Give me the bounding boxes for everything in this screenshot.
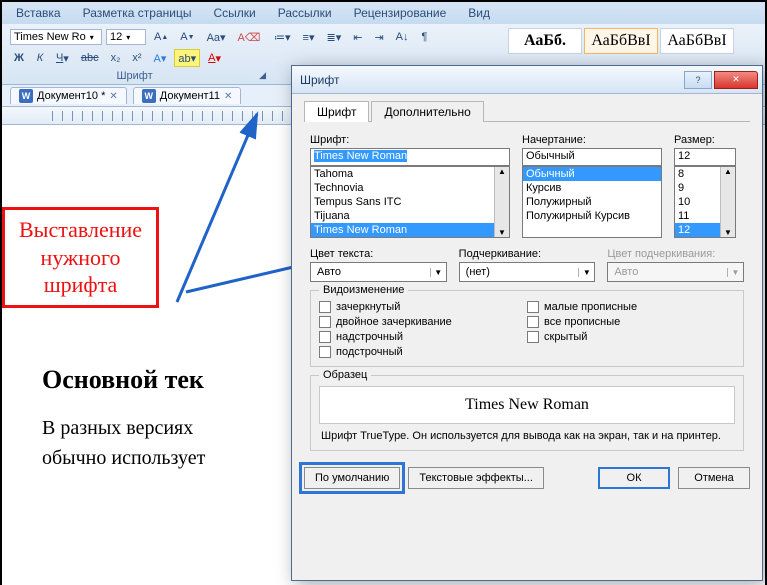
effects-group: Видоизменение зачеркнутый двойное зачерк… (310, 290, 744, 367)
close-tab-icon[interactable]: ✕ (224, 91, 232, 102)
ribbon-tab[interactable]: Ссылки (209, 4, 259, 22)
bullets-icon[interactable]: ≔▾ (270, 28, 295, 46)
font-name-input[interactable]: Times New Roman (310, 148, 510, 166)
cancel-button[interactable]: Отмена (678, 467, 750, 489)
text-effects-icon[interactable]: A▾ (150, 49, 171, 67)
font-style-input[interactable]: Обычный (522, 148, 662, 166)
subscript-checkbox[interactable]: подстрочный (319, 346, 527, 358)
underline-combo[interactable]: (нет)▼ (459, 262, 596, 282)
font-name-combo[interactable]: Times New Ro▾ (10, 29, 102, 45)
help-button-icon[interactable]: ? (684, 71, 712, 89)
underline-color-label: Цвет подчеркивания: (607, 248, 744, 260)
tab-font[interactable]: Шрифт (304, 101, 369, 122)
font-size-combo[interactable]: 12▾ (106, 29, 146, 45)
superscript-icon[interactable]: x² (128, 49, 145, 67)
dialog-launcher-icon[interactable]: ◢ (259, 70, 266, 81)
outdent-icon[interactable]: ⇤ (349, 28, 366, 46)
strike-icon[interactable]: abc (77, 49, 103, 67)
ribbon-tab[interactable]: Разметка страницы (79, 4, 196, 22)
font-label: Шрифт: (310, 134, 510, 146)
style-item[interactable]: АаБбВвІ (660, 28, 734, 54)
annotation-callout: Выставление нужного шрифта (2, 207, 159, 308)
ribbon-tabs: Вставка Разметка страницы Ссылки Рассылк… (2, 2, 765, 24)
close-tab-icon[interactable]: ✕ (109, 91, 117, 102)
ribbon-tab[interactable]: Вид (464, 4, 494, 22)
font-color-combo[interactable]: Авто▼ (310, 262, 447, 282)
subscript-icon[interactable]: x₂ (107, 49, 125, 67)
style-label: Начертание: (522, 134, 662, 146)
smallcaps-checkbox[interactable]: малые прописные (527, 301, 735, 313)
document-tab[interactable]: W Документ11 ✕ (133, 87, 242, 104)
tab-advanced[interactable]: Дополнительно (371, 101, 483, 122)
ribbon-tab[interactable]: Рецензирование (350, 4, 451, 22)
underline-color-combo: Авто▼ (607, 262, 744, 282)
grow-font-icon[interactable]: A▲ (150, 28, 172, 46)
strike-checkbox[interactable]: зачеркнутый (319, 301, 527, 313)
showmarks-icon[interactable]: ¶ (417, 28, 433, 46)
font-color-label: Цвет текста: (310, 248, 447, 260)
text-effects-button[interactable]: Текстовые эффекты... (408, 467, 544, 489)
set-default-button[interactable]: По умолчанию (304, 467, 400, 489)
document-tab[interactable]: W Документ10 * ✕ (10, 87, 127, 104)
style-item[interactable]: АаБбВвІ (584, 28, 658, 54)
font-name-list[interactable]: Tahoma Technovia Tempus Sans ITC Tijuana… (310, 166, 510, 238)
bold-icon[interactable]: Ж (10, 49, 28, 67)
indent-icon[interactable]: ⇥ (370, 28, 387, 46)
close-icon[interactable]: ✕ (714, 71, 758, 89)
font-color-icon[interactable]: A▾ (204, 49, 225, 67)
word-doc-icon: W (142, 89, 156, 103)
font-hint: Шрифт TrueType. Он используется для выво… (321, 430, 733, 442)
size-label: Размер: (674, 134, 736, 146)
dialog-tabs: Шрифт Дополнительно (304, 100, 750, 122)
numbering-icon[interactable]: ≡▾ (299, 28, 319, 46)
scrollbar[interactable]: ▲▼ (494, 167, 509, 237)
ok-button[interactable]: ОК (598, 467, 670, 489)
scrollbar[interactable]: ▲▼ (720, 167, 735, 237)
font-style-list[interactable]: Обычный Курсив Полужирный Полужирный Кур… (522, 166, 662, 238)
italic-icon[interactable]: К (32, 49, 48, 67)
ribbon-tab[interactable]: Вставка (12, 4, 65, 22)
shrink-font-icon[interactable]: A▼ (176, 28, 198, 46)
superscript-checkbox[interactable]: надстрочный (319, 331, 527, 343)
font-group-label: Шрифт ◢ (10, 70, 270, 84)
paragraph-group: ≔▾ ≡▾ ≣▾ ⇤ ⇥ A↓ ¶ (270, 28, 500, 49)
font-size-list[interactable]: 8 9 10 11 12 ▲▼ (674, 166, 736, 238)
font-size-input[interactable]: 12 (674, 148, 736, 166)
word-doc-icon: W (19, 89, 33, 103)
clear-format-icon[interactable]: A⌫ (234, 28, 265, 46)
underline-icon[interactable]: Ч▾ (52, 49, 73, 67)
dialog-footer: По умолчанию Текстовые эффекты... ОК Отм… (292, 459, 762, 499)
underline-label: Подчеркивание: (459, 248, 596, 260)
font-dialog: Шрифт ? ✕ Шрифт Дополнительно Шрифт: Tim… (291, 65, 763, 581)
allcaps-checkbox[interactable]: все прописные (527, 316, 735, 328)
style-item[interactable]: АаБб. (508, 28, 582, 54)
ribbon-tab[interactable]: Рассылки (274, 4, 336, 22)
preview-group: Образец Times New Roman Шрифт TrueType. … (310, 375, 744, 451)
dialog-titlebar[interactable]: Шрифт ? ✕ (292, 66, 762, 94)
highlight-icon[interactable]: ab▾ (174, 49, 200, 67)
font-preview: Times New Roman (319, 386, 735, 424)
sort-icon[interactable]: A↓ (392, 28, 413, 46)
style-gallery[interactable]: АаБб. АаБбВвІ АаБбВвІ (508, 28, 736, 54)
change-case-icon[interactable]: Aa▾ (203, 28, 230, 46)
double-strike-checkbox[interactable]: двойное зачеркивание (319, 316, 527, 328)
multilevel-icon[interactable]: ≣▾ (322, 28, 345, 46)
hidden-checkbox[interactable]: скрытый (527, 331, 735, 343)
